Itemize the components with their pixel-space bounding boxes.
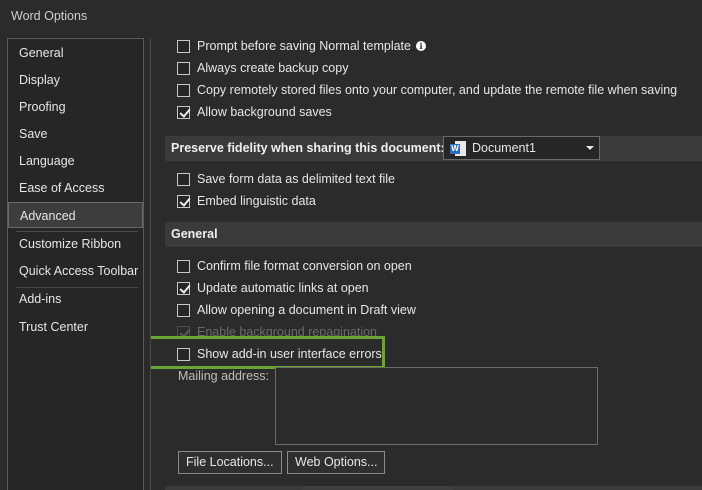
- word-document-icon: W: [450, 140, 466, 156]
- document-select[interactable]: W Document1: [443, 136, 600, 160]
- sidebar-item-advanced[interactable]: Advanced: [8, 202, 143, 228]
- draft-view-option[interactable]: Allow opening a document in Draft view: [177, 301, 416, 319]
- update-links-option[interactable]: Update automatic links at open: [177, 279, 369, 297]
- sidebar-item-customize-ribbon[interactable]: Customize Ribbon: [8, 231, 143, 257]
- highlight-box: [151, 336, 385, 369]
- backup-copy-checkbox[interactable]: [177, 61, 190, 75]
- embed-linguistic-data-label: Embed linguistic data: [197, 194, 316, 208]
- sidebar-item-language[interactable]: Language: [8, 148, 143, 174]
- advanced-options-panel: Prompt before saving Normal template i A…: [150, 38, 702, 490]
- confirm-conversion-checkbox[interactable]: [177, 259, 190, 273]
- fidelity-section-title: Preserve fidelity when sharing this docu…: [171, 141, 445, 155]
- sidebar-item-ease-of-access[interactable]: Ease of Access: [8, 175, 143, 201]
- next-section-fragment: [303, 486, 453, 490]
- save-form-data-option[interactable]: Save form data as delimited text file: [177, 170, 395, 188]
- embed-linguistic-data-option[interactable]: Embed linguistic data: [177, 192, 316, 210]
- prompt-normal-template-option[interactable]: Prompt before saving Normal template i: [177, 38, 426, 55]
- backup-copy-label: Always create backup copy: [197, 61, 349, 75]
- update-links-checkbox[interactable]: [177, 281, 190, 295]
- confirm-conversion-label: Confirm file format conversion on open: [197, 259, 412, 273]
- dropdown-arrow-icon: [586, 146, 594, 150]
- fidelity-section-header: Preserve fidelity when sharing this docu…: [165, 136, 702, 161]
- mailing-address-label: Mailing address:: [178, 369, 270, 383]
- prompt-normal-template-checkbox[interactable]: [177, 39, 190, 53]
- info-icon[interactable]: i: [415, 41, 426, 51]
- general-section-header: General: [165, 222, 702, 247]
- file-locations-button[interactable]: File Locations...: [178, 451, 282, 474]
- copy-remote-files-option[interactable]: Copy remotely stored files onto your com…: [177, 81, 677, 99]
- sidebar-item-proofing[interactable]: Proofing: [8, 94, 143, 120]
- sidebar-item-quick-access-toolbar[interactable]: Quick Access Toolbar: [8, 258, 143, 284]
- sidebar-item-add-ins[interactable]: Add-ins: [8, 286, 143, 312]
- draft-view-label: Allow opening a document in Draft view: [197, 303, 416, 317]
- general-section-title: General: [171, 227, 218, 241]
- backup-copy-option[interactable]: Always create backup copy: [177, 59, 348, 77]
- save-form-data-checkbox[interactable]: [177, 172, 190, 186]
- document-select-value: Document1: [472, 141, 536, 155]
- copy-remote-files-label: Copy remotely stored files onto your com…: [197, 83, 678, 97]
- draft-view-checkbox[interactable]: [177, 303, 190, 317]
- save-form-data-label: Save form data as delimited text file: [197, 172, 396, 186]
- options-sidebar: General Display Proofing Save Language E…: [7, 38, 144, 490]
- background-saves-option[interactable]: Allow background saves: [177, 103, 332, 121]
- background-saves-label: Allow background saves: [197, 105, 332, 119]
- sidebar-item-save[interactable]: Save: [8, 121, 143, 147]
- title-bar: Word Options: [0, 0, 702, 32]
- window-title: Word Options: [11, 9, 88, 23]
- sidebar-item-trust-center[interactable]: Trust Center: [8, 314, 143, 340]
- prompt-normal-template-label: Prompt before saving Normal template: [197, 39, 411, 53]
- update-links-label: Update automatic links at open: [197, 281, 369, 295]
- copy-remote-files-checkbox[interactable]: [177, 83, 190, 97]
- confirm-conversion-option[interactable]: Confirm file format conversion on open: [177, 257, 412, 275]
- web-options-button[interactable]: Web Options...: [287, 451, 386, 474]
- background-saves-checkbox[interactable]: [177, 105, 190, 119]
- sidebar-item-general[interactable]: General: [8, 40, 143, 66]
- embed-linguistic-data-checkbox[interactable]: [177, 194, 190, 208]
- mailing-address-field[interactable]: [275, 367, 598, 445]
- sidebar-item-display[interactable]: Display: [8, 67, 143, 93]
